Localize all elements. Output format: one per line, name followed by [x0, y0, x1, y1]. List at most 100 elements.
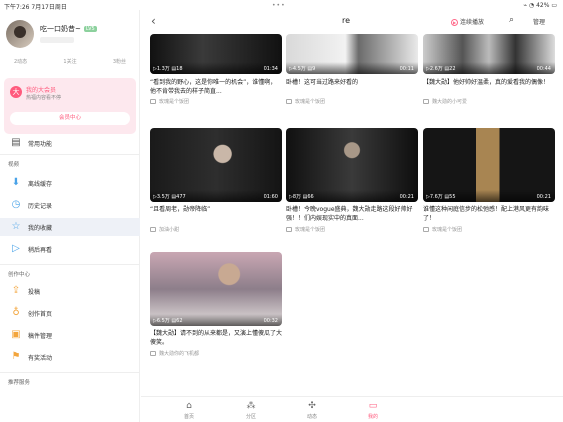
- play-count: 2.6万: [429, 66, 443, 72]
- sidebar-item-creator-home[interactable]: ♁ 创作首页: [0, 304, 140, 322]
- multitask-dots-icon[interactable]: •••: [272, 2, 286, 9]
- profile-header[interactable]: 吃一口奶昔~ LV5: [6, 20, 136, 52]
- video-thumbnail[interactable]: ▷7.6万 ▤55 00:21: [423, 128, 555, 202]
- vip-center-button[interactable]: 会员中心: [10, 112, 130, 125]
- divider: [0, 154, 140, 155]
- video-thumbnail[interactable]: ▷8万 ▤66 00:21: [286, 128, 418, 202]
- danmaku-count: 66: [307, 194, 314, 200]
- video-card[interactable]: ▷2.6万 ▤22 00:44 【魏大勋】他好帅好温柔，真的爱看我的偶像！ 魏大…: [423, 34, 555, 118]
- section-video: 视频: [8, 162, 20, 168]
- video-thumbnail[interactable]: ▷2.6万 ▤22 00:44: [423, 34, 555, 74]
- stat-followers[interactable]: 3粉丝: [113, 58, 126, 68]
- video-card[interactable]: ▷8万 ▤66 00:21 卧槽！今晚vogue盛典，魏大勋走路这段好帅好强！！…: [286, 128, 418, 233]
- windmill-icon: ✣: [308, 401, 316, 411]
- clock-icon: ◷: [11, 199, 21, 210]
- video-card[interactable]: ▷4.5万 ▤9 00:11 卧槽！这可当过路来好看的 玫瑰是个饭团: [286, 34, 418, 118]
- video-card[interactable]: ▷3.5万 ▤477 01:60 “且看周老，勋帝降临” 加油小甜: [150, 128, 282, 233]
- download-icon: ⬇: [11, 177, 21, 188]
- tab-home[interactable]: ⌂ 首页: [169, 401, 209, 420]
- avatar[interactable]: [6, 20, 34, 48]
- section-creator-center: 创作中心: [8, 272, 31, 278]
- sidebar-item-offline-cache[interactable]: ⬇ 离线缓存: [0, 174, 140, 192]
- play-count: 3.5万: [156, 194, 170, 200]
- sidebar-item-history[interactable]: ◷ 历史记录: [0, 196, 140, 214]
- vip-card[interactable]: 大 我的大会员 热福内容看不停 会员中心: [4, 78, 136, 134]
- uploader-icon: [150, 99, 156, 104]
- video-title[interactable]: 谁懂这种闲庭信步的松弛感！配上港风更有韵味了！: [423, 205, 555, 223]
- uploader-name: 玫瑰是个饭团: [432, 227, 463, 233]
- video-thumbnail[interactable]: ▷6.5万 ▤62 00:32: [150, 252, 282, 326]
- uploader-icon: [286, 99, 292, 104]
- duration: 00:21: [536, 194, 551, 200]
- play-later-icon: ▷: [12, 243, 20, 254]
- back-chevron-icon[interactable]: ‹: [151, 14, 156, 28]
- danmaku-count: 477: [176, 194, 186, 200]
- sidebar-item-common-functions[interactable]: ▤ 常用功能: [0, 134, 140, 152]
- sidebar-item-watch-later[interactable]: ▷ 稍后再看: [0, 240, 140, 258]
- video-title[interactable]: 【魏大勋】请不到的从来都是，又演上懂傻瓜了大傻笑。: [150, 329, 282, 347]
- duration: 00:44: [536, 66, 551, 72]
- play-icon: ▶: [451, 19, 458, 26]
- document-icon: ▣: [11, 329, 21, 340]
- video-title[interactable]: “且看周老，勋帝降临”: [150, 205, 282, 223]
- video-card[interactable]: ▷6.5万 ▤62 00:32 【魏大勋】请不到的从来都是，又演上懂傻瓜了大傻笑…: [150, 252, 282, 357]
- stat-dynamics[interactable]: 2动态: [14, 58, 27, 68]
- sidebar-item-label: 有奖活动: [28, 355, 53, 362]
- video-title[interactable]: 卧槽！这可当过路来好看的: [286, 78, 418, 96]
- tab-category[interactable]: ⁂ 分区: [231, 401, 271, 420]
- duration: 00:21: [399, 194, 414, 200]
- sidebar-item-rewards-activity[interactable]: ⚑ 有奖活动: [0, 348, 140, 366]
- danmaku-count: 62: [176, 318, 183, 324]
- category-icon: ⁂: [246, 401, 256, 411]
- status-bar: 下午7:26 7月17日周日 ••• ⌁ ◔ 42% ▭: [0, 0, 563, 11]
- video-title[interactable]: 【魏大勋】他好帅好温柔，真的爱看我的偶像！: [423, 78, 555, 96]
- level-badge: LV5: [83, 26, 97, 32]
- video-title[interactable]: 卧槽！今晚vogue盛典，魏大勋走路这段好帅好强！！们内娱现实中的真面...: [286, 205, 418, 223]
- sidebar-item-label: 稍后再看: [28, 247, 53, 254]
- play-count: 1.3万: [156, 66, 170, 72]
- duration: 00:11: [399, 66, 414, 72]
- uploader-name: 玫瑰是个饭团: [159, 99, 190, 105]
- upload-icon: ⇪: [11, 285, 21, 296]
- sidebar-item-label: 创作首页: [28, 311, 53, 318]
- tab-label: 分区: [245, 414, 256, 420]
- sidebar-item-label: 投稿: [28, 289, 41, 296]
- sidebar-item-label: 稿件管理: [28, 333, 53, 340]
- sidebar-item-label: 离线缓存: [28, 181, 53, 188]
- tab-mine[interactable]: ▭ 我的: [353, 401, 393, 420]
- uploader-name: 魏大勋你的飞机都: [159, 351, 200, 357]
- sidebar-item-favorites[interactable]: ☆ 我的收藏: [0, 218, 140, 236]
- continuous-play-label: 连续播放: [460, 19, 485, 26]
- sidebar-item-upload[interactable]: ⇪ 投稿: [0, 282, 140, 300]
- video-card[interactable]: ▷1.3万 ▤18 01:34 “看到我的野心，这是你唯一的机会”，谁懂啊，他不…: [150, 34, 282, 118]
- video-thumbnail[interactable]: ▷4.5万 ▤9 00:11: [286, 34, 418, 74]
- uploader-icon: [286, 227, 292, 232]
- danmaku-count: 18: [176, 66, 183, 72]
- grid-icon: ▤: [11, 137, 21, 148]
- vip-title: 我的大会员: [26, 87, 57, 94]
- uploader-icon: [423, 99, 429, 104]
- video-thumbnail[interactable]: ▷3.5万 ▤477 01:60: [150, 128, 282, 202]
- vip-subtitle: 热福内容看不停: [26, 95, 62, 101]
- duration: 00:32: [263, 318, 278, 324]
- danmaku-count: 9: [312, 66, 316, 72]
- tab-label: 动态: [306, 414, 317, 420]
- manage-button[interactable]: 管理: [533, 17, 545, 26]
- duration: 01:60: [263, 194, 278, 200]
- stat-following[interactable]: 1关注: [63, 58, 76, 68]
- tab-dynamic[interactable]: ✣ 动态: [292, 401, 332, 420]
- battery-level: 42%: [536, 2, 550, 9]
- video-title[interactable]: “看到我的野心，这是你唯一的机会”，谁懂啊，他不肯带我去的样子简直...: [150, 78, 282, 96]
- continuous-play-button[interactable]: ▶ 连续播放: [451, 17, 484, 26]
- play-count: 7.6万: [429, 194, 443, 200]
- search-icon[interactable]: ⌕: [509, 15, 514, 25]
- username: 吃一口奶昔~: [40, 25, 81, 33]
- video-thumbnail[interactable]: ▷1.3万 ▤18 01:34: [150, 34, 282, 74]
- video-card[interactable]: ▷7.6万 ▤55 00:21 谁懂这种闲庭信步的松弛感！配上港风更有韵味了！ …: [423, 128, 555, 233]
- profile-stats: 2动态 1关注 3粉丝: [4, 58, 136, 68]
- duration: 01:34: [263, 66, 278, 72]
- uploader-icon: [423, 227, 429, 232]
- uploader-icon: [150, 351, 156, 356]
- sidebar-item-manuscript-management[interactable]: ▣ 稿件管理: [0, 326, 140, 344]
- sidebar: 吃一口奶昔~ LV5 2动态 1关注 3粉丝 大 我的大会员 热福内容看不停 会员…: [0, 10, 140, 422]
